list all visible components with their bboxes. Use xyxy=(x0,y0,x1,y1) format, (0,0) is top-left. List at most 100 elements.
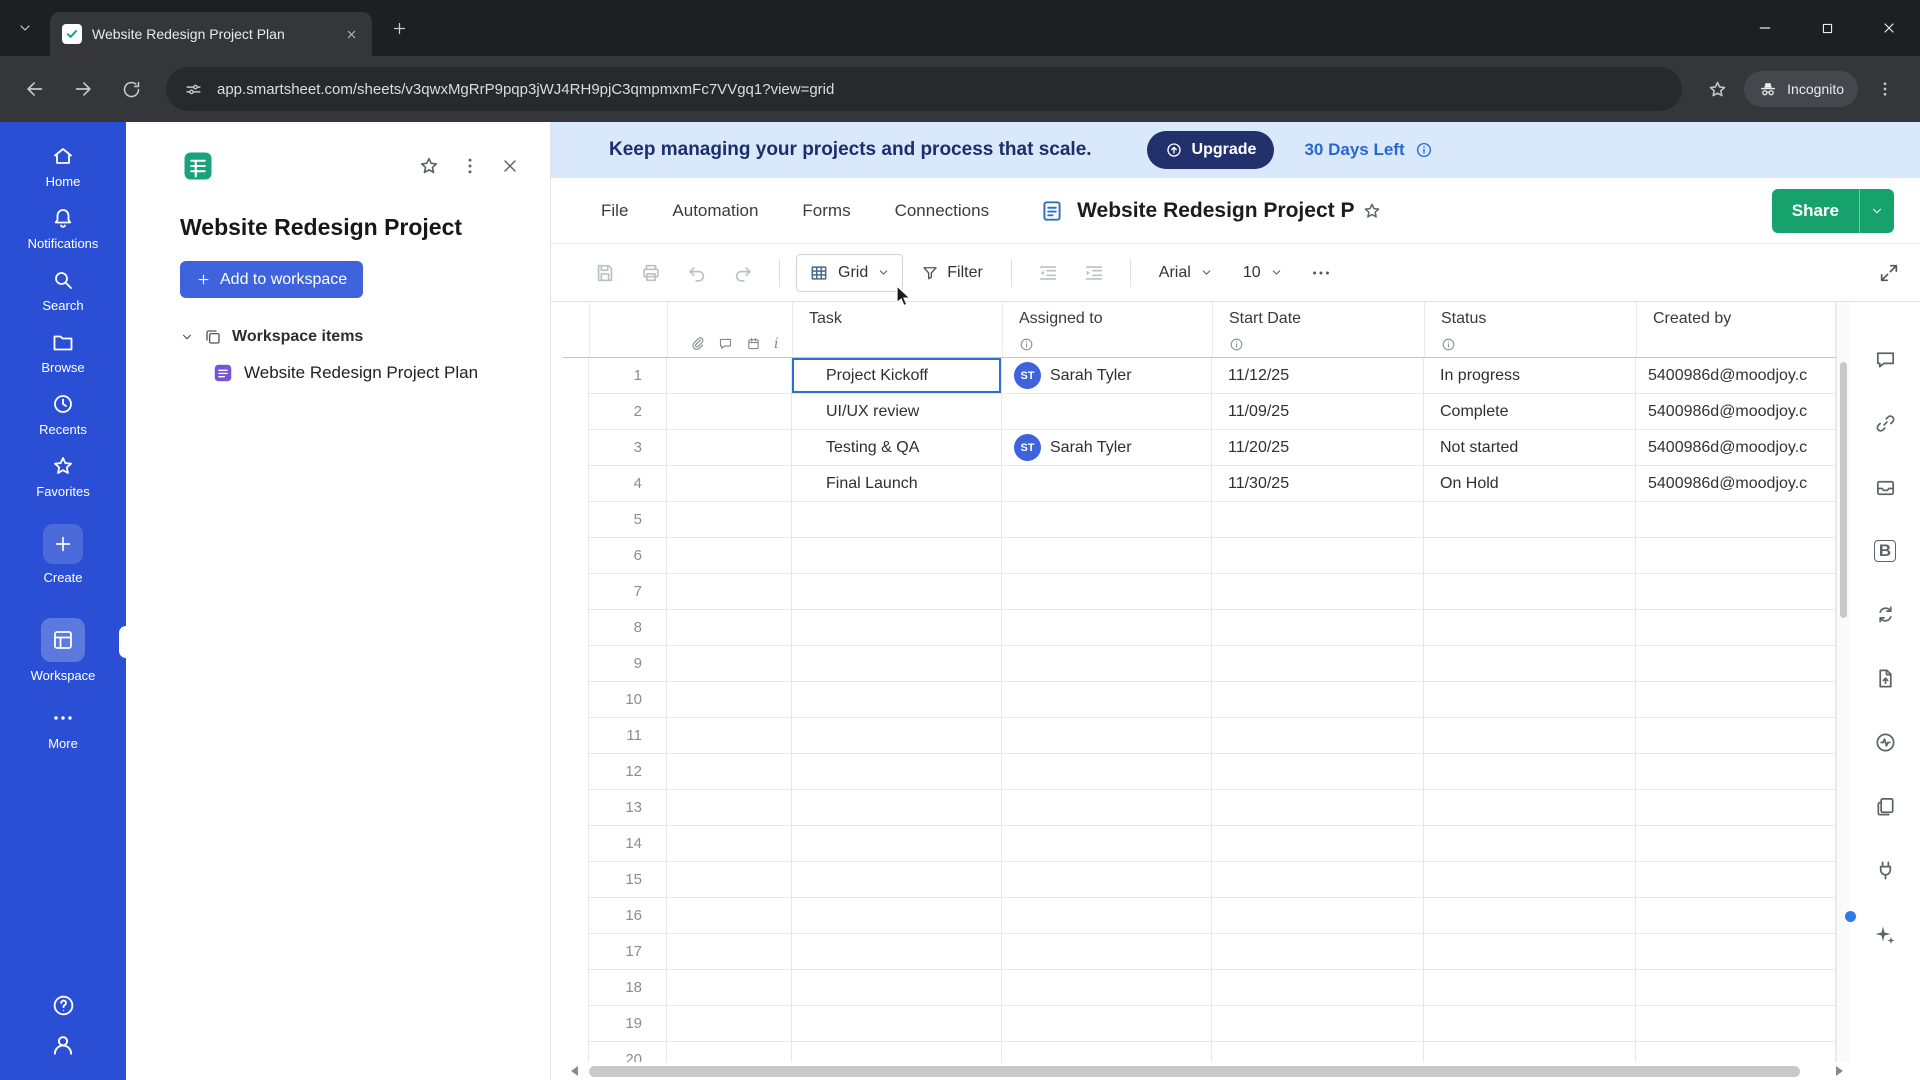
task-cell[interactable] xyxy=(792,934,1002,970)
start-date-cell[interactable] xyxy=(1212,754,1424,790)
task-cell[interactable] xyxy=(792,790,1002,826)
row-number[interactable]: 13 xyxy=(589,790,667,826)
window-minimize-icon[interactable] xyxy=(1734,0,1796,56)
row-gutter[interactable] xyxy=(667,538,792,574)
row-gutter[interactable] xyxy=(667,682,792,718)
redo-icon[interactable] xyxy=(723,253,763,293)
row-number[interactable]: 5 xyxy=(589,502,667,538)
assignee-cell[interactable] xyxy=(1002,718,1212,754)
publish-icon[interactable] xyxy=(1874,667,1897,690)
created-by-cell[interactable] xyxy=(1636,826,1836,862)
start-date-cell[interactable] xyxy=(1212,502,1424,538)
expand-icon[interactable] xyxy=(1878,262,1900,284)
start-date-cell[interactable]: 11/12/25 xyxy=(1212,358,1424,394)
start-date-cell[interactable] xyxy=(1212,574,1424,610)
proofs-icon[interactable] xyxy=(1874,476,1897,499)
row-number[interactable]: 19 xyxy=(589,1006,667,1042)
ai-assistant-icon[interactable] xyxy=(1845,911,1897,947)
chevron-down-icon[interactable] xyxy=(10,13,40,43)
menu-file[interactable]: File xyxy=(601,201,628,221)
font-size-selector[interactable]: 10 xyxy=(1231,264,1295,282)
row-gutter[interactable] xyxy=(667,1006,792,1042)
assignee-cell[interactable] xyxy=(1002,862,1212,898)
horizontal-scrollbar-thumb[interactable] xyxy=(589,1065,1800,1077)
status-cell[interactable] xyxy=(1424,1042,1636,1062)
conversations-icon[interactable] xyxy=(1874,348,1897,371)
task-cell[interactable] xyxy=(792,646,1002,682)
row-gutter[interactable] xyxy=(667,646,792,682)
task-cell[interactable] xyxy=(792,754,1002,790)
header-task[interactable]: Task xyxy=(793,302,1003,357)
workspace-items-section[interactable]: Workspace items xyxy=(180,328,520,346)
row-gutter[interactable] xyxy=(667,826,792,862)
upgrade-button[interactable]: Upgrade xyxy=(1146,131,1275,169)
workspace-item-sheet[interactable]: Website Redesign Project Plan xyxy=(212,362,520,384)
assignee-cell[interactable]: ST Sarah Tyler xyxy=(1002,430,1212,466)
row-number[interactable]: 18 xyxy=(589,970,667,1006)
panel-menu-icon[interactable] xyxy=(460,156,480,176)
row-number[interactable]: 15 xyxy=(589,862,667,898)
row-gutter[interactable] xyxy=(667,754,792,790)
start-date-cell[interactable] xyxy=(1212,862,1424,898)
created-by-cell[interactable] xyxy=(1636,646,1836,682)
print-icon[interactable] xyxy=(631,253,671,293)
row-gutter[interactable] xyxy=(667,466,792,502)
bookmark-star-icon[interactable] xyxy=(1696,68,1738,110)
forward-icon[interactable] xyxy=(62,68,104,110)
assignee-cell[interactable] xyxy=(1002,754,1212,790)
window-maximize-icon[interactable] xyxy=(1796,0,1858,56)
row-gutter[interactable] xyxy=(667,898,792,934)
task-cell[interactable] xyxy=(792,1042,1002,1062)
brandfolder-icon[interactable]: B xyxy=(1874,540,1896,562)
row-number[interactable]: 17 xyxy=(589,934,667,970)
status-cell[interactable]: On Hold xyxy=(1424,466,1636,502)
start-date-cell[interactable]: 11/20/25 xyxy=(1212,430,1424,466)
row-number[interactable]: 12 xyxy=(589,754,667,790)
assignee-cell[interactable] xyxy=(1002,826,1212,862)
created-by-cell[interactable] xyxy=(1636,682,1836,718)
sidebar-item-search[interactable]: Search xyxy=(0,268,126,313)
row-number[interactable]: 7 xyxy=(589,574,667,610)
row-gutter[interactable] xyxy=(667,790,792,826)
undo-icon[interactable] xyxy=(677,253,717,293)
created-by-cell[interactable] xyxy=(1636,610,1836,646)
status-cell[interactable] xyxy=(1424,790,1636,826)
info-icon[interactable] xyxy=(1415,141,1433,159)
assignee-cell[interactable] xyxy=(1002,1042,1212,1062)
created-by-cell[interactable]: 5400986d@moodjoy.c xyxy=(1636,358,1836,394)
indent-icon[interactable] xyxy=(1074,253,1114,293)
assignee-cell[interactable] xyxy=(1002,646,1212,682)
header-assigned-to[interactable]: Assigned to xyxy=(1003,302,1213,357)
row-gutter[interactable] xyxy=(667,394,792,430)
created-by-cell[interactable] xyxy=(1636,502,1836,538)
row-gutter[interactable] xyxy=(667,718,792,754)
row-number[interactable]: 8 xyxy=(589,610,667,646)
address-bar[interactable]: app.smartsheet.com/sheets/v3qwxMgRrP9pqp… xyxy=(166,67,1683,111)
row-number[interactable]: 11 xyxy=(589,718,667,754)
start-date-cell[interactable] xyxy=(1212,790,1424,826)
row-gutter[interactable] xyxy=(667,970,792,1006)
status-cell[interactable]: Complete xyxy=(1424,394,1636,430)
start-date-cell[interactable] xyxy=(1212,610,1424,646)
created-by-cell[interactable] xyxy=(1636,1042,1836,1062)
header-start-date[interactable]: Start Date xyxy=(1213,302,1425,357)
row-number[interactable]: 4 xyxy=(589,466,667,502)
scroll-left-icon[interactable] xyxy=(567,1064,581,1078)
row-number[interactable]: 10 xyxy=(589,682,667,718)
sidebar-item-create[interactable]: Create xyxy=(0,524,126,585)
task-cell[interactable] xyxy=(792,538,1002,574)
row-number[interactable]: 1 xyxy=(589,358,667,394)
row-number[interactable]: 6 xyxy=(589,538,667,574)
status-cell[interactable] xyxy=(1424,574,1636,610)
assignee-cell[interactable] xyxy=(1002,790,1212,826)
task-cell[interactable]: Final Launch xyxy=(792,466,1002,502)
share-caret-icon[interactable] xyxy=(1860,189,1894,233)
assignee-cell[interactable] xyxy=(1002,898,1212,934)
task-cell[interactable]: Project Kickoff xyxy=(792,358,1002,394)
horizontal-scrollbar[interactable] xyxy=(563,1062,1850,1080)
vertical-scrollbar[interactable] xyxy=(1836,302,1850,1062)
add-to-workspace-button[interactable]: Add to workspace xyxy=(180,261,364,298)
share-button[interactable]: Share xyxy=(1771,188,1894,233)
browser-menu-icon[interactable] xyxy=(1864,68,1906,110)
start-date-cell[interactable] xyxy=(1212,682,1424,718)
